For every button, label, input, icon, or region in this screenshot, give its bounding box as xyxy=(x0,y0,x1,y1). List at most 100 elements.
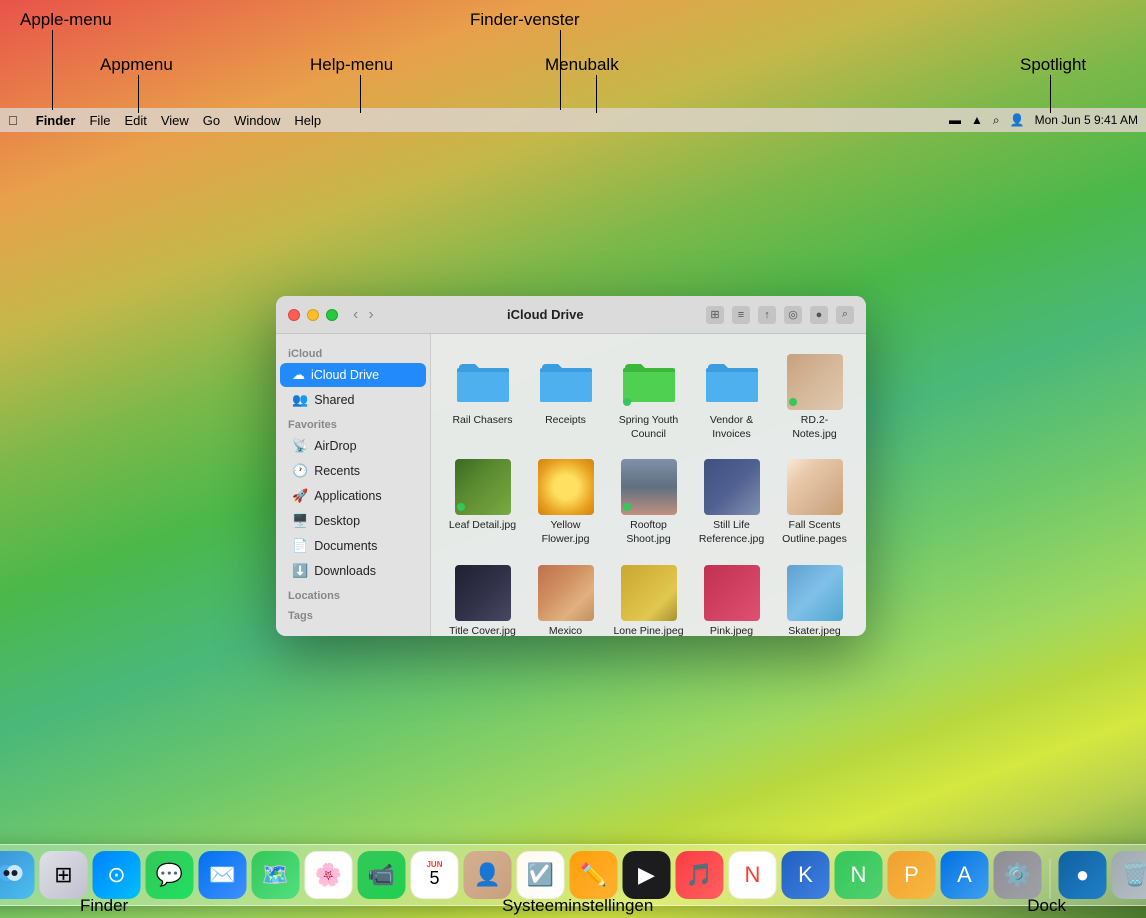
dock-item-contacts[interactable]: 👤 xyxy=(464,851,512,899)
dock-item-facetime[interactable]: 📹 xyxy=(358,851,406,899)
dock-item-launchpad[interactable]: ⊞ xyxy=(40,851,88,899)
battery-icon[interactable]: ▬ xyxy=(949,113,961,127)
dock-item-system-settings[interactable]: ⚙️ xyxy=(994,851,1042,899)
favorites-section-label: Favorites xyxy=(276,413,430,433)
view-grid-icon[interactable]: ⊞ xyxy=(706,306,724,324)
dock-item-numbers[interactable]: N xyxy=(835,851,883,899)
dock-item-messages[interactable]: 💬 xyxy=(146,851,194,899)
sidebar-item-shared[interactable]: 👥 Shared xyxy=(280,388,426,412)
dock-item-finder[interactable] xyxy=(0,851,35,899)
dock-item-music[interactable]: 🎵 xyxy=(676,851,724,899)
more-icon[interactable]: ● xyxy=(810,306,828,324)
sidebar-item-documents[interactable]: 📄 Documents xyxy=(280,534,426,558)
sidebar-item-recents[interactable]: 🕐 Recents xyxy=(280,459,426,483)
file-label: Still Life Reference.jpg xyxy=(696,519,767,546)
dock-item-freeform[interactable]: ✏️ xyxy=(570,851,618,899)
dock-container: ⊞ ⊙ 💬 ✉️ 🗺️ 🌸 📹 JUN 5 xyxy=(0,844,1146,906)
share-icon[interactable]: ↑ xyxy=(758,306,776,324)
sync-status-dot xyxy=(789,398,797,406)
window-body: iCloud ☁ iCloud Drive 👥 Shared Favorites… xyxy=(276,334,866,636)
file-menu[interactable]: File xyxy=(89,113,110,128)
file-item-vendor[interactable]: Vendor & Invoices xyxy=(692,346,771,447)
dock-item-news[interactable]: N xyxy=(729,851,777,899)
sync-status-dot xyxy=(457,503,465,511)
close-button[interactable] xyxy=(288,309,300,321)
datetime: Mon Jun 5 9:41 AM xyxy=(1035,113,1138,127)
sidebar-item-icloud-drive[interactable]: ☁ iCloud Drive xyxy=(280,363,426,387)
help-menu[interactable]: Help xyxy=(294,113,321,128)
search-icon[interactable]: ⌕ xyxy=(993,113,1000,128)
dock-item-photos[interactable]: 🌸 xyxy=(305,851,353,899)
navigation-buttons: ‹ › xyxy=(350,306,377,324)
file-label: Pink.jpeg xyxy=(710,625,753,636)
dock-item-reminders[interactable]: ☑️ xyxy=(517,851,565,899)
file-label: Mexico City.jpeg xyxy=(530,625,601,636)
file-item-yellow-flower[interactable]: Yellow Flower.jpg xyxy=(526,451,605,552)
finder-menu[interactable]: Finder xyxy=(36,113,76,128)
dock-item-appletv[interactable]: ▶ xyxy=(623,851,671,899)
image-icon xyxy=(704,459,760,515)
back-button[interactable]: ‹ xyxy=(350,306,361,324)
sidebar-item-label: Shared xyxy=(314,393,354,407)
file-label: Skater.jpeg xyxy=(788,625,841,636)
file-item-pink[interactable]: Pink.jpeg xyxy=(692,557,771,636)
sidebar-item-applications[interactable]: 🚀 Applications xyxy=(280,484,426,508)
image-icon xyxy=(704,565,760,621)
folder-icon xyxy=(455,354,511,410)
window-title: iCloud Drive xyxy=(385,307,706,322)
file-item-skater[interactable]: Skater.jpeg xyxy=(775,557,854,636)
dock-item-maps[interactable]: 🗺️ xyxy=(252,851,300,899)
sidebar-item-airdrop[interactable]: 📡 AirDrop xyxy=(280,434,426,458)
wifi-icon[interactable]: ▲ xyxy=(971,113,983,127)
file-item-title-cover[interactable]: Title Cover.jpg xyxy=(443,557,522,636)
file-label: Title Cover.jpg xyxy=(449,625,516,636)
search-icon[interactable]: ⌕ xyxy=(836,306,854,324)
traffic-lights xyxy=(288,309,338,321)
window-titlebar: ‹ › iCloud Drive ⊞ ≡ ↑ ◎ ● ⌕ xyxy=(276,296,866,334)
sidebar-item-desktop[interactable]: 🖥️ Desktop xyxy=(280,509,426,533)
file-item-rooftop[interactable]: Rooftop Shoot.jpg xyxy=(609,451,688,552)
dock-item-safari[interactable]: ⊙ xyxy=(93,851,141,899)
file-label: Fall Scents Outline.pages xyxy=(779,519,850,546)
sidebar-item-downloads[interactable]: ⬇️ Downloads xyxy=(280,559,426,583)
file-item-receipts[interactable]: Receipts xyxy=(526,346,605,447)
icloud-drive-icon: ☁ xyxy=(292,367,305,383)
go-menu[interactable]: Go xyxy=(203,113,220,128)
image-icon xyxy=(538,459,594,515)
edit-menu[interactable]: Edit xyxy=(124,113,146,128)
dock-item-appstore[interactable]: A xyxy=(941,851,989,899)
image-icon xyxy=(455,459,511,515)
file-label: RD.2-Notes.jpg xyxy=(779,414,850,441)
file-item-fall-scents[interactable]: Fall Scents Outline.pages xyxy=(775,451,854,552)
apple-menu-button[interactable]:  xyxy=(8,113,18,128)
dock-item-trash[interactable]: 🗑️ xyxy=(1112,851,1146,899)
sidebar: iCloud ☁ iCloud Drive 👥 Shared Favorites… xyxy=(276,334,431,636)
tags-section-label: Tags xyxy=(276,604,430,624)
user-icon[interactable]: 👤 xyxy=(1010,113,1025,127)
file-item-mexico-city[interactable]: Mexico City.jpeg xyxy=(526,557,605,636)
view-menu[interactable]: View xyxy=(161,113,189,128)
dock-item-mail[interactable]: ✉️ xyxy=(199,851,247,899)
view-list-icon[interactable]: ≡ xyxy=(732,306,750,324)
dock-item-pages[interactable]: P xyxy=(888,851,936,899)
file-item-rd2-notes[interactable]: RD.2-Notes.jpg xyxy=(775,346,854,447)
file-item-lone-pine[interactable]: Lone Pine.jpeg xyxy=(609,557,688,636)
applications-icon: 🚀 xyxy=(292,488,308,504)
image-icon xyxy=(787,565,843,621)
file-item-leaf[interactable]: Leaf Detail.jpg xyxy=(443,451,522,552)
file-item-rail-chasers[interactable]: Rail Chasers xyxy=(443,346,522,447)
minimize-button[interactable] xyxy=(307,309,319,321)
file-item-still-life[interactable]: Still Life Reference.jpg xyxy=(692,451,771,552)
image-icon xyxy=(621,565,677,621)
image-icon xyxy=(787,354,843,410)
maximize-button[interactable] xyxy=(326,309,338,321)
window-menu[interactable]: Window xyxy=(234,113,280,128)
dock-item-calendar[interactable]: JUN 5 xyxy=(411,851,459,899)
shared-icon: 👥 xyxy=(292,392,308,408)
dock-item-keynote[interactable]: K xyxy=(782,851,830,899)
image-icon xyxy=(538,565,594,621)
tag-icon[interactable]: ◎ xyxy=(784,306,802,324)
forward-button[interactable]: › xyxy=(365,306,376,324)
dock-item-twitter[interactable]: ● xyxy=(1059,851,1107,899)
file-item-spring-youth[interactable]: Spring Youth Council xyxy=(609,346,688,447)
